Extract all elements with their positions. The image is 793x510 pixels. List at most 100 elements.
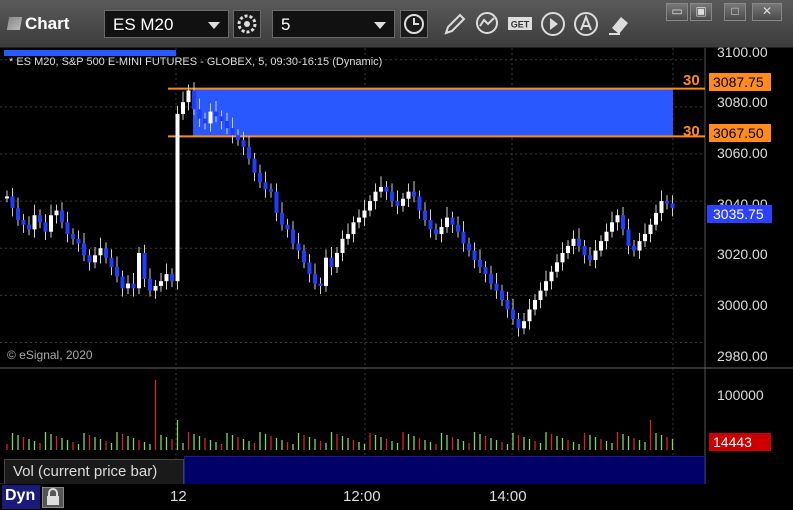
candle-body: [439, 227, 444, 235]
candle-body: [208, 111, 213, 124]
candle-body: [445, 217, 449, 228]
candle-body: [175, 113, 180, 282]
candle-body: [626, 229, 631, 246]
close-button[interactable]: ✕: [752, 3, 782, 21]
alert-icon: [574, 12, 598, 36]
candle-body: [632, 245, 636, 251]
price-tick: 3060.00: [717, 145, 768, 161]
candle-body: [137, 252, 141, 289]
chevron-down-icon: [374, 22, 386, 29]
svg-text:GET: GET: [511, 20, 530, 30]
candle-body: [395, 201, 400, 206]
play-button[interactable]: [540, 10, 566, 38]
candle-body: [390, 191, 394, 202]
candle-body: [16, 208, 20, 220]
alert-button[interactable]: [573, 10, 599, 38]
candle-body: [87, 255, 92, 263]
study-button[interactable]: [474, 10, 500, 38]
price-chart[interactable]: * ES M20, S&P 500 E-MINI FUTURES - GLOBE…: [0, 44, 793, 510]
candle-body: [10, 196, 15, 209]
zone-high-flag: 30: [683, 72, 700, 89]
candle-body: [230, 128, 235, 136]
chart-header: * ES M20, S&P 500 E-MINI FUTURES - GLOBE…: [9, 56, 383, 68]
price-zone: [193, 88, 673, 137]
candle-body: [126, 283, 130, 289]
eraser-button[interactable]: [606, 10, 632, 38]
pencil-icon: [444, 13, 466, 35]
candle-body: [98, 248, 103, 256]
candle-body: [263, 182, 268, 190]
minimize-button[interactable]: ▣: [690, 3, 712, 21]
candle-body: [665, 201, 669, 204]
close-icon: ✕: [761, 4, 773, 18]
candle-body: [593, 250, 598, 260]
study-icon: [476, 12, 498, 34]
chart-canvas[interactable]: [0, 48, 793, 510]
candle-body: [368, 201, 372, 211]
candle-body: [65, 222, 70, 235]
candle-body: [43, 222, 48, 232]
candle-body: [516, 318, 521, 329]
time-tick: 14:00: [489, 488, 527, 505]
candle-body: [527, 309, 532, 322]
gear-icon: [237, 14, 257, 34]
candle-body: [434, 229, 438, 235]
candle-body: [351, 222, 356, 235]
candle-body: [82, 243, 86, 256]
volume-info-bar: [184, 456, 705, 485]
candle-body: [538, 290, 543, 301]
candle-body: [335, 252, 339, 268]
candle-body: [32, 215, 37, 230]
eraser-icon: [609, 17, 628, 35]
candle-body: [555, 262, 559, 272]
candle-body: [285, 224, 290, 230]
candle-body: [489, 274, 493, 284]
last-volume-tag: 14443: [709, 433, 771, 451]
candle-body: [329, 257, 334, 268]
candle-body: [170, 274, 174, 282]
candle-body: [373, 191, 378, 202]
restore-button[interactable]: ▭: [666, 3, 688, 21]
candle-body: [21, 219, 26, 225]
lock-icon: [47, 488, 59, 505]
settings-gear-button[interactable]: [233, 10, 261, 38]
candle-body: [247, 146, 251, 159]
candle-body: [340, 238, 345, 253]
candle-body: [560, 252, 565, 263]
candle-body: [637, 241, 642, 251]
candle-body: [478, 260, 482, 268]
candle-body: [412, 191, 416, 197]
maximize-button[interactable]: □: [724, 3, 746, 21]
candle-body: [313, 274, 317, 284]
candle-body: [522, 321, 526, 329]
candle-body: [604, 231, 609, 242]
candle-body: [60, 210, 64, 223]
candle-body: [241, 139, 246, 147]
last-price-tag: 3035.75: [707, 205, 772, 223]
lock-scale-button[interactable]: [42, 487, 64, 508]
interval-dropdown[interactable]: 5: [272, 10, 395, 38]
dynamic-mode-button[interactable]: Dyn: [2, 485, 40, 509]
candle-body: [494, 283, 499, 291]
candle-body: [544, 281, 548, 291]
window-title-text: Chart: [25, 14, 70, 33]
price-tick: 3080.00: [717, 94, 768, 110]
candle-body: [406, 191, 411, 199]
minimize-icon: ▣: [695, 4, 707, 18]
volume-legend: Vol (current price bar)×: [4, 457, 195, 485]
candle-body: [670, 203, 675, 209]
symbol-dropdown[interactable]: ES M20: [104, 10, 229, 38]
candle-body: [472, 250, 477, 260]
candle-body: [203, 118, 207, 124]
candle-body: [197, 109, 202, 119]
clock-button[interactable]: [400, 10, 428, 38]
price-tick: 3000.00: [717, 297, 768, 313]
time-tick: 12: [170, 488, 187, 505]
candle-body: [566, 245, 570, 253]
draw-button[interactable]: [441, 10, 467, 38]
get-button[interactable]: GET: [506, 10, 532, 38]
candle-body: [610, 222, 614, 232]
candle-body: [5, 196, 9, 199]
candle-body: [577, 238, 581, 246]
candle-body: [467, 243, 471, 251]
